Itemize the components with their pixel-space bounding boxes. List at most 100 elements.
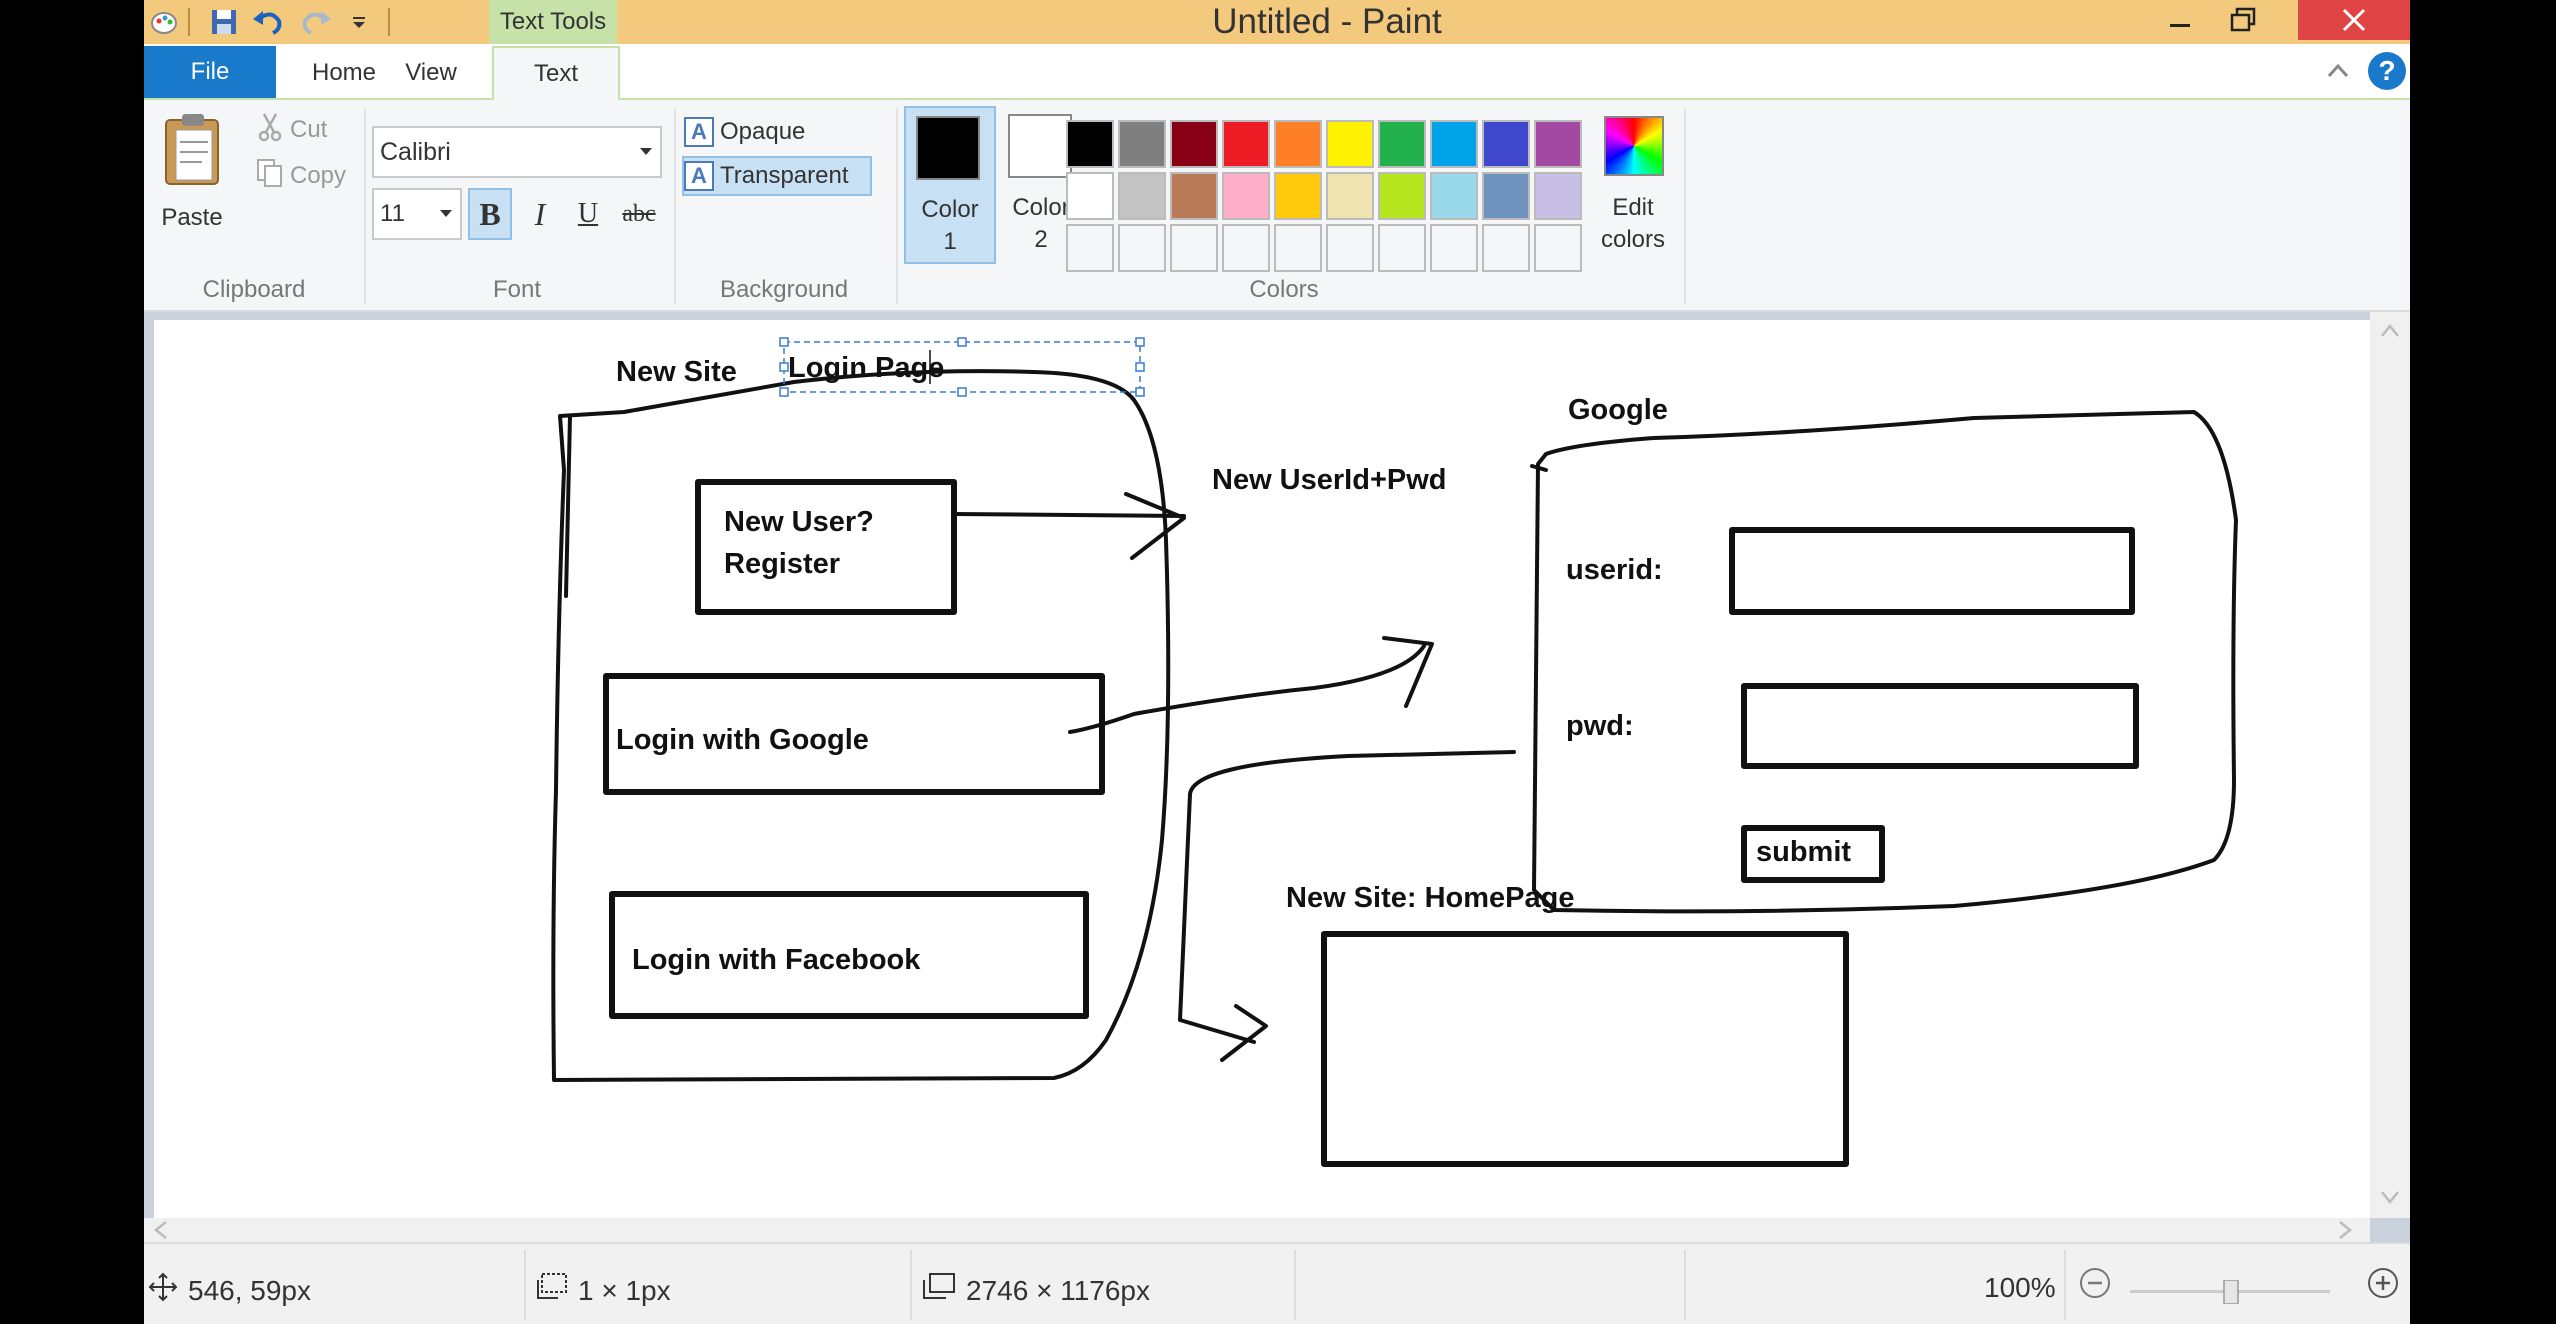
palette-color-swatch[interactable] (1326, 120, 1374, 168)
palette-color-swatch[interactable] (1274, 120, 1322, 168)
color1-label: Color (921, 196, 979, 223)
palette-color-swatch[interactable] (1222, 120, 1270, 168)
canvas-text-google: Google (1568, 394, 1668, 426)
canvas-text-login-google: Login with Google (616, 724, 869, 756)
palette-empty-swatch[interactable] (1118, 224, 1166, 272)
palette-color-swatch[interactable] (1378, 172, 1426, 220)
palette-empty-swatch[interactable] (1482, 224, 1530, 272)
canvas-area: New Site Login Page New User? Register L… (144, 312, 2410, 1242)
status-separator (524, 1250, 526, 1320)
google-corner-tick (1530, 464, 1548, 472)
canvas-text-new-user: New User? (724, 506, 874, 538)
palette-color-swatch[interactable] (1430, 120, 1478, 168)
palette-color-swatch[interactable] (1222, 172, 1270, 220)
chevron-down-icon (440, 210, 452, 217)
cursor-move-icon (148, 1272, 178, 1309)
userid-input-box (1729, 527, 2135, 615)
canvas-text-login-facebook: Login with Facebook (632, 944, 921, 976)
tab-file[interactable]: File (144, 46, 276, 98)
palette-color-swatch[interactable] (1534, 172, 1582, 220)
palette-empty-swatch[interactable] (1430, 224, 1478, 272)
copy-icon (256, 158, 284, 193)
font-size-value: 11 (380, 200, 405, 227)
palette-empty-swatch[interactable] (1274, 224, 1322, 272)
palette-empty-swatch[interactable] (1378, 224, 1426, 272)
drawing-canvas[interactable]: New Site Login Page New User? Register L… (154, 320, 2370, 1226)
group-separator (896, 108, 898, 304)
transparent-label: Transparent (720, 162, 849, 189)
palette-color-swatch[interactable] (1482, 120, 1530, 168)
palette-color-swatch[interactable] (1170, 120, 1218, 168)
horizontal-scrollbar[interactable] (144, 1218, 2370, 1242)
palette-color-swatch[interactable] (1534, 120, 1582, 168)
font-size-select[interactable]: 11 (372, 188, 462, 240)
close-icon[interactable] (2298, 0, 2410, 40)
palette-color-swatch[interactable] (1170, 172, 1218, 220)
palette-empty-swatch[interactable] (1066, 224, 1114, 272)
palette-empty-swatch[interactable] (1170, 224, 1218, 272)
canvas-text-homepage: New Site: HomePage (1286, 882, 1575, 914)
arrow-register (952, 492, 1186, 560)
edit-colors-button[interactable]: Edit colors (1590, 106, 1676, 264)
strikethrough-button[interactable]: abc (614, 188, 664, 240)
rainbow-icon (1604, 116, 1664, 176)
selection-size: 1 × 1px (536, 1272, 671, 1309)
group-separator (1684, 108, 1686, 304)
tab-view[interactable]: View (376, 46, 486, 100)
vertical-scrollbar[interactable] (2370, 312, 2410, 1218)
color1-button[interactable]: Color 1 (904, 106, 996, 264)
minimize-icon[interactable] (2150, 0, 2210, 40)
palette-color-swatch[interactable] (1274, 172, 1322, 220)
palette-empty-swatch[interactable] (1222, 224, 1270, 272)
canvas-size-icon (922, 1272, 956, 1309)
color1-swatch (916, 116, 980, 180)
zoom-in-icon[interactable] (2366, 1266, 2400, 1300)
background-group-label: Background (719, 276, 849, 303)
palette-color-swatch[interactable] (1066, 172, 1114, 220)
palette-color-swatch[interactable] (1378, 120, 1426, 168)
tab-text[interactable]: Text (492, 46, 620, 100)
zoom-level: 100% (1984, 1272, 2056, 1303)
ribbon-collapse-icon[interactable] (2320, 54, 2356, 90)
palette-color-swatch[interactable] (1326, 172, 1374, 220)
cut-button[interactable]: Cut (256, 112, 327, 147)
palette-color-swatch[interactable] (1066, 120, 1114, 168)
copy-label: Copy (290, 161, 347, 189)
color1-number: 1 (943, 228, 957, 255)
help-icon[interactable]: ? (2368, 52, 2406, 90)
paste-label: Paste (161, 204, 223, 231)
transparent-button[interactable]: A Transparent (682, 156, 872, 196)
paste-button[interactable]: Paste (154, 108, 230, 258)
homepage-box (1321, 931, 1849, 1167)
palette-color-swatch[interactable] (1482, 172, 1530, 220)
palette-color-swatch[interactable] (1118, 120, 1166, 168)
font-family-select[interactable]: Calibri (372, 126, 662, 178)
status-separator (1684, 1250, 1686, 1320)
maximize-icon[interactable] (2212, 0, 2274, 40)
paste-icon (162, 112, 222, 193)
bold-button[interactable]: B (468, 188, 512, 240)
palette-empty-swatch[interactable] (1534, 224, 1582, 272)
opaque-icon: A (684, 117, 714, 147)
title-bar: Text Tools Untitled - Paint (144, 0, 2410, 44)
underline-button[interactable]: U (566, 188, 610, 240)
copy-button[interactable]: Copy (256, 158, 346, 193)
window-title: Untitled - Paint (1212, 2, 1442, 41)
new-user-box (695, 479, 957, 615)
palette-color-swatch[interactable] (1118, 172, 1166, 220)
italic-button[interactable]: I (518, 188, 562, 240)
palette-color-swatch[interactable] (1430, 172, 1478, 220)
status-separator (1294, 1250, 1296, 1320)
canvas-text-register: Register (724, 548, 841, 580)
canvas-drawing (551, 337, 2238, 1167)
palette-empty-swatch[interactable] (1326, 224, 1374, 272)
selection-size-value: 1 × 1px (578, 1274, 671, 1306)
canvas-text-login-page[interactable]: Login Page (788, 352, 944, 385)
cut-icon (256, 112, 284, 147)
status-bar: 546, 59px 1 × 1px 2746 × 1176px 100% (144, 1242, 2410, 1324)
zoom-out-icon[interactable] (2078, 1266, 2112, 1300)
zoom-slider[interactable] (2130, 1280, 2330, 1304)
opaque-button[interactable]: A Opaque (684, 112, 854, 152)
canvas-text-userid: userid: (1566, 554, 1663, 586)
cursor-position: 546, 59px (148, 1272, 311, 1309)
